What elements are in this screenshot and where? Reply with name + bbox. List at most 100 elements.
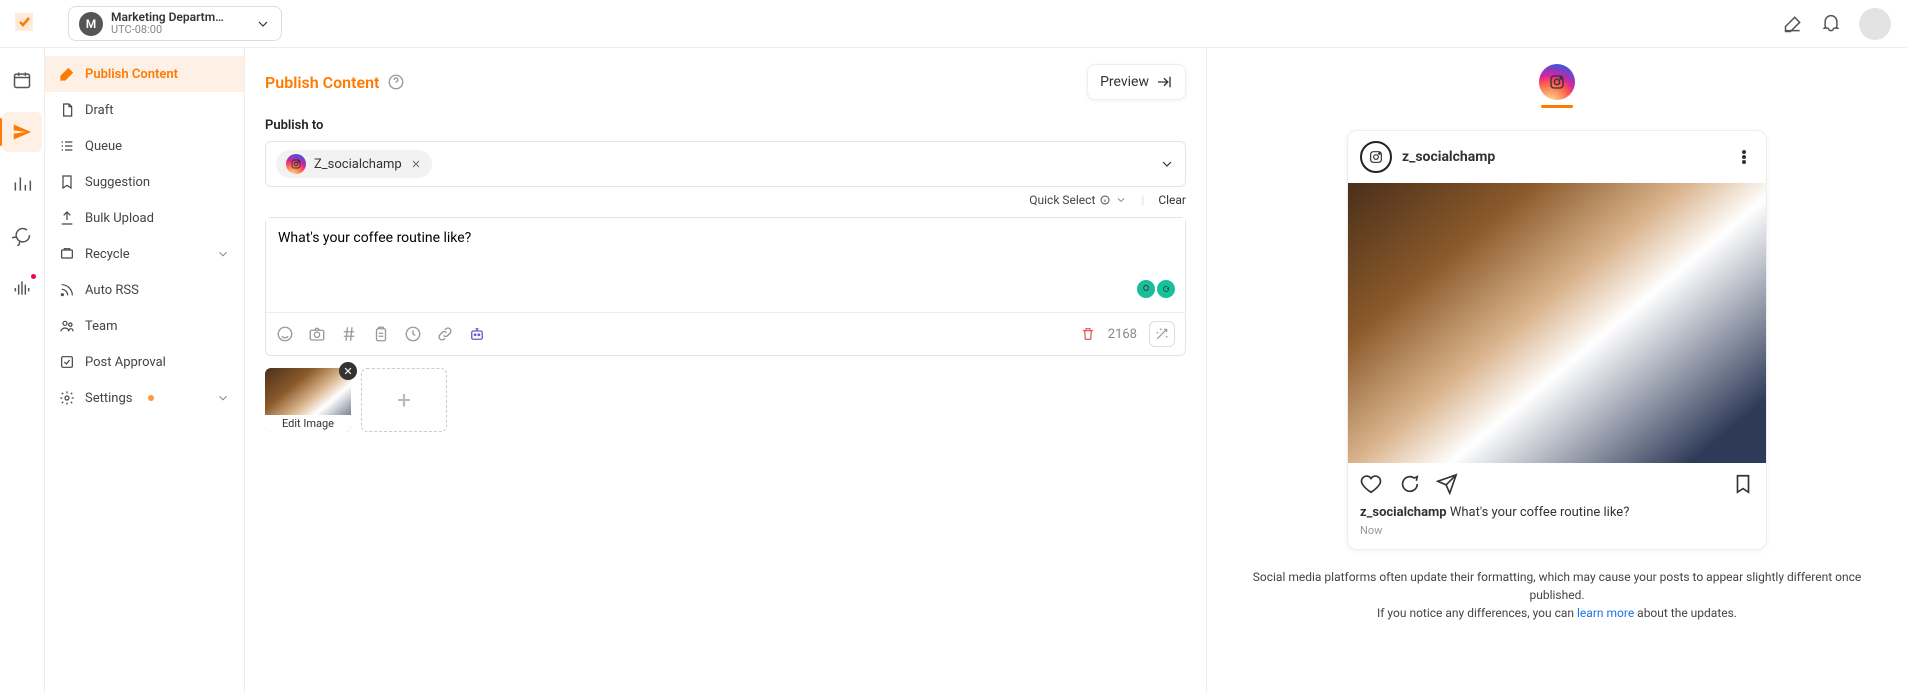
chevron-down-icon bbox=[1159, 156, 1175, 172]
instagram-icon bbox=[286, 154, 306, 174]
rail-listen[interactable] bbox=[2, 268, 42, 308]
chevron-down-icon bbox=[255, 16, 271, 32]
more-icon[interactable] bbox=[1734, 147, 1754, 167]
user-avatar[interactable] bbox=[1859, 8, 1891, 40]
media-attachments: ✕ Edit Image + bbox=[265, 368, 1186, 432]
sidebar-label: Draft bbox=[85, 103, 114, 118]
account-chip-label: Z_socialchamp bbox=[314, 157, 402, 172]
sidebar-item-auto-rss[interactable]: Auto RSS bbox=[45, 272, 244, 308]
trash-icon[interactable] bbox=[1080, 326, 1096, 342]
char-count: 2168 bbox=[1108, 327, 1137, 342]
recycle-icon bbox=[59, 246, 75, 262]
share-icon[interactable] bbox=[1436, 473, 1458, 495]
hashtag-icon[interactable] bbox=[340, 325, 358, 343]
sidebar-label: Publish Content bbox=[85, 67, 178, 82]
help-icon[interactable] bbox=[387, 73, 405, 91]
emoji-icon[interactable] bbox=[276, 325, 294, 343]
learn-more-link[interactable]: learn more bbox=[1577, 606, 1634, 620]
gear-icon bbox=[59, 390, 75, 406]
settings-indicator-dot bbox=[148, 395, 154, 401]
workspace-badge: M bbox=[79, 12, 103, 36]
sidebar: Publish Content Draft Queue Suggestion B… bbox=[45, 48, 245, 693]
sidebar-label: Suggestion bbox=[85, 175, 150, 190]
sidebar-item-bulk-upload[interactable]: Bulk Upload bbox=[45, 200, 244, 236]
preview-button[interactable]: Preview bbox=[1087, 64, 1186, 100]
sidebar-label: Team bbox=[85, 319, 118, 334]
sidebar-item-draft[interactable]: Draft bbox=[45, 92, 244, 128]
left-rail bbox=[0, 48, 45, 693]
instagram-icon bbox=[1368, 149, 1384, 165]
compose-icon[interactable] bbox=[1783, 14, 1803, 34]
rail-calendar[interactable] bbox=[2, 60, 42, 100]
sidebar-label: Post Approval bbox=[85, 355, 166, 370]
topbar: M Marketing Departm… UTC-08:00 bbox=[0, 0, 1907, 48]
quick-select-button[interactable]: Quick Select bbox=[1029, 193, 1127, 207]
document-icon bbox=[59, 102, 75, 118]
bookmark-icon bbox=[59, 174, 75, 190]
workspace-switcher[interactable]: M Marketing Departm… UTC-08:00 bbox=[68, 6, 282, 41]
clock-icon[interactable] bbox=[404, 325, 422, 343]
platform-tabs bbox=[1231, 64, 1883, 100]
sidebar-label: Queue bbox=[85, 139, 122, 154]
chevron-down-icon bbox=[216, 247, 230, 261]
grammarly-badge-icon[interactable] bbox=[1157, 280, 1175, 298]
arrow-right-bar-icon bbox=[1155, 73, 1173, 91]
sidebar-item-queue[interactable]: Queue bbox=[45, 128, 244, 164]
main-composer: Publish Content Preview Publish to Z_soc… bbox=[245, 48, 1207, 693]
preview-pane: z_socialchamp z_socialchamp What's your … bbox=[1207, 48, 1907, 693]
edit-image-label[interactable]: Edit Image bbox=[265, 415, 351, 432]
sidebar-item-team[interactable]: Team bbox=[45, 308, 244, 344]
chevron-down-icon bbox=[216, 391, 230, 405]
chevron-down-icon bbox=[1115, 194, 1127, 206]
sidebar-item-publish-content[interactable]: Publish Content bbox=[45, 56, 244, 92]
instagram-preview-card: z_socialchamp z_socialchamp What's your … bbox=[1347, 130, 1767, 550]
bookmark-icon[interactable] bbox=[1732, 473, 1754, 495]
preview-caption: z_socialchamp What's your coffee routine… bbox=[1348, 505, 1766, 524]
camera-icon[interactable] bbox=[308, 325, 326, 343]
preview-button-label: Preview bbox=[1100, 74, 1149, 90]
workspace-timezone: UTC-08:00 bbox=[111, 24, 241, 36]
sidebar-label: Recycle bbox=[85, 247, 130, 262]
heart-icon[interactable] bbox=[1360, 473, 1382, 495]
bell-icon[interactable] bbox=[1821, 14, 1841, 34]
clipboard-icon[interactable] bbox=[372, 325, 390, 343]
publish-to-label: Publish to bbox=[265, 118, 1186, 133]
preview-image bbox=[1348, 183, 1766, 463]
sidebar-label: Bulk Upload bbox=[85, 211, 154, 226]
clear-accounts-button[interactable]: Clear bbox=[1158, 193, 1186, 207]
account-chip: Z_socialchamp bbox=[276, 150, 432, 178]
ai-robot-icon[interactable] bbox=[468, 325, 486, 343]
app-logo[interactable] bbox=[12, 10, 36, 34]
sidebar-label: Settings bbox=[85, 391, 132, 406]
media-thumbnail[interactable]: ✕ Edit Image bbox=[265, 368, 351, 432]
upload-icon bbox=[59, 210, 75, 226]
list-icon bbox=[59, 138, 75, 154]
publish-account-select[interactable]: Z_socialchamp bbox=[265, 141, 1186, 187]
preview-disclaimer: Social media platforms often update thei… bbox=[1231, 568, 1883, 622]
rail-publish[interactable] bbox=[2, 112, 42, 152]
instagram-icon bbox=[1548, 73, 1566, 91]
sidebar-item-post-approval[interactable]: Post Approval bbox=[45, 344, 244, 380]
sidebar-item-suggestion[interactable]: Suggestion bbox=[45, 164, 244, 200]
preview-timestamp: Now bbox=[1348, 524, 1766, 549]
sidebar-item-recycle[interactable]: Recycle bbox=[45, 236, 244, 272]
approval-icon bbox=[59, 354, 75, 370]
composer: 2168 bbox=[265, 217, 1186, 356]
comment-icon[interactable] bbox=[1398, 473, 1420, 495]
remove-account-icon[interactable] bbox=[410, 158, 422, 170]
tab-instagram[interactable] bbox=[1539, 64, 1575, 100]
page-title: Publish Content bbox=[265, 73, 405, 92]
remove-media-icon[interactable]: ✕ bbox=[339, 362, 357, 380]
magic-wand-button[interactable] bbox=[1149, 321, 1175, 347]
rail-engage[interactable] bbox=[2, 216, 42, 256]
rss-icon bbox=[59, 282, 75, 298]
rail-analytics[interactable] bbox=[2, 164, 42, 204]
idea-badge-icon[interactable] bbox=[1137, 280, 1155, 298]
team-icon bbox=[59, 318, 75, 334]
post-text-input[interactable] bbox=[266, 218, 1185, 308]
add-media-button[interactable]: + bbox=[361, 368, 447, 432]
preview-username: z_socialchamp bbox=[1402, 149, 1495, 165]
sidebar-label: Auto RSS bbox=[85, 283, 139, 298]
sidebar-item-settings[interactable]: Settings bbox=[45, 380, 244, 416]
link-icon[interactable] bbox=[436, 325, 454, 343]
